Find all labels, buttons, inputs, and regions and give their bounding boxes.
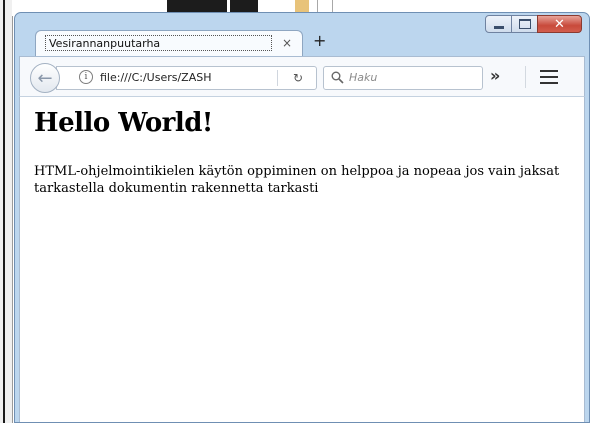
search-icon (331, 71, 344, 84)
browser-window: ✕ Vesirannanpuutarha × + i file:///C:/Us… (14, 12, 590, 423)
close-icon: ✕ (554, 16, 565, 32)
url-text[interactable]: file:///C:/Users/ZASH (100, 71, 272, 85)
toolbar-overflow-icon[interactable]: » (490, 68, 500, 84)
tab-vesirannanpuutarha[interactable]: Vesirannanpuutarha × (35, 30, 303, 56)
page-heading: Hello World! (34, 108, 213, 138)
search-input[interactable]: Haku (323, 66, 483, 90)
close-window-button[interactable]: ✕ (537, 15, 582, 33)
tab-title: Vesirannanpuutarha (49, 37, 161, 50)
toolbar-separator (525, 66, 526, 88)
tab-focus-ring: Vesirannanpuutarha (45, 35, 272, 51)
reload-icon[interactable]: ↻ (293, 70, 303, 86)
maximize-icon (518, 19, 531, 29)
minimize-button[interactable] (485, 15, 512, 33)
window-controls: ✕ (485, 15, 582, 33)
maximize-button[interactable] (511, 15, 538, 33)
new-tab-button[interactable]: + (313, 33, 326, 49)
background-window-stripe (3, 0, 5, 423)
page-content: Hello World! HTML-ohjelmointikielen käyt… (19, 96, 585, 422)
page-paragraph: HTML-ohjelmointikielen käytön oppiminen … (34, 164, 560, 196)
minimize-icon (493, 25, 504, 29)
tab-close-icon[interactable]: × (282, 36, 292, 50)
back-button[interactable]: ← (30, 63, 60, 93)
url-bar[interactable]: i file:///C:/Users/ZASH ↻ (56, 66, 317, 90)
back-arrow-icon: ← (37, 67, 53, 89)
navigation-toolbar: i file:///C:/Users/ZASH ↻ ← Haku » (19, 56, 585, 96)
site-info-icon[interactable]: i (79, 70, 93, 84)
url-bar-divider (277, 70, 278, 86)
background-window-edge (0, 0, 13, 423)
search-placeholder: Haku (349, 71, 378, 84)
hamburger-menu-icon[interactable] (540, 70, 558, 84)
